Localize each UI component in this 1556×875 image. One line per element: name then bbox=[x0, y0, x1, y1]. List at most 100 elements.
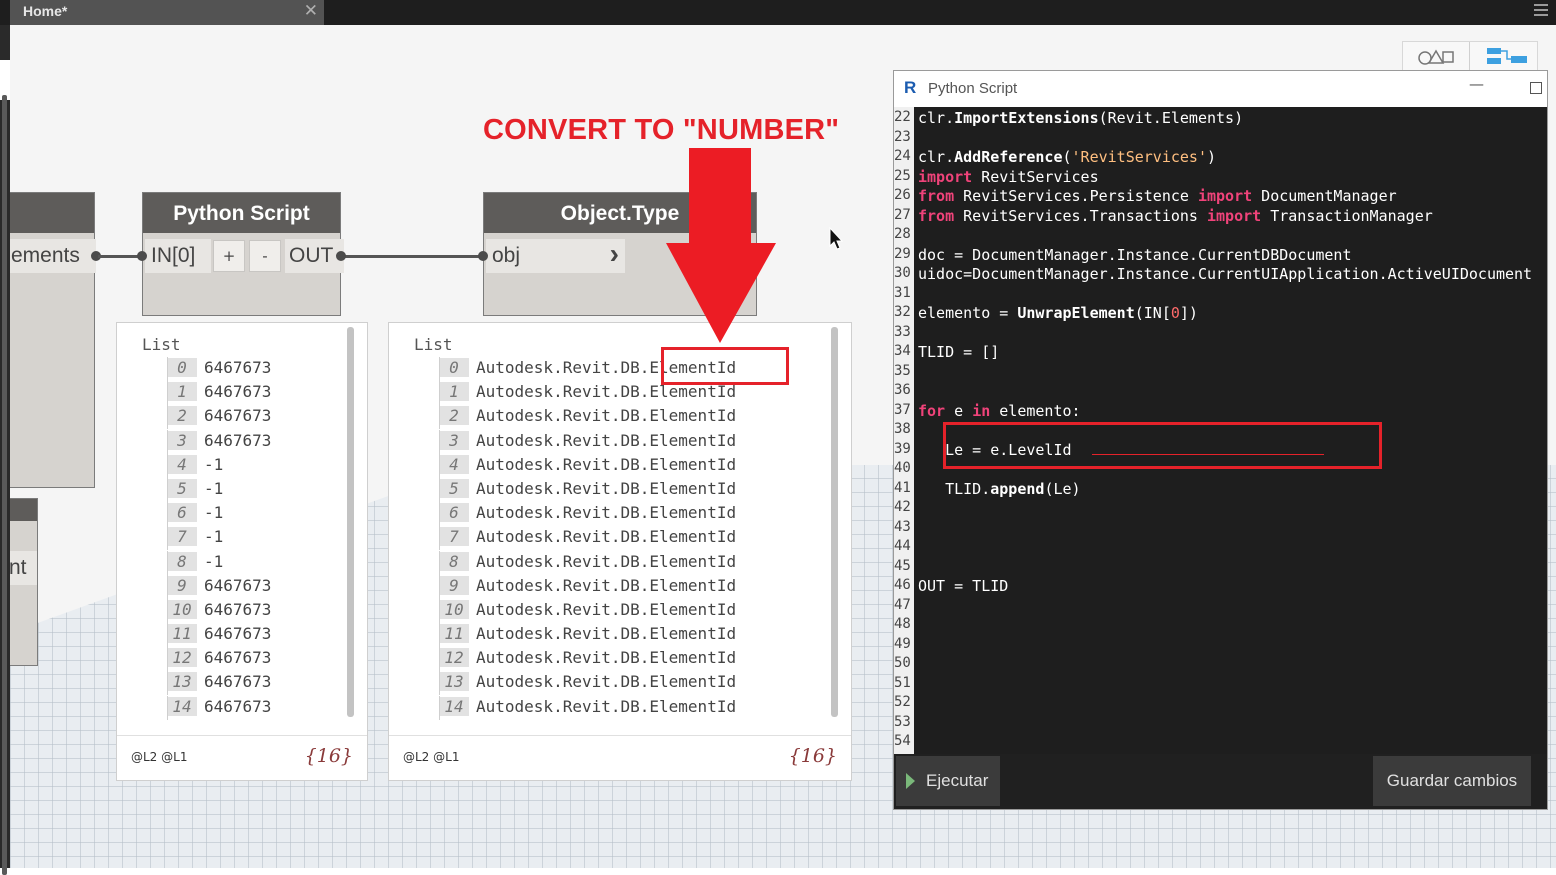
geometry-view-icon[interactable] bbox=[1415, 46, 1455, 66]
code-line[interactable]: 32 elemento = UnwrapElement(IN[0]) bbox=[894, 304, 1547, 324]
connector-dot[interactable] bbox=[478, 251, 488, 261]
code-line[interactable]: 44 bbox=[894, 538, 1547, 558]
code-token: (Revit.Elements) bbox=[1098, 109, 1244, 127]
input-port-in0[interactable]: IN[0] bbox=[145, 239, 211, 273]
code-token: RevitServices.Transactions bbox=[954, 206, 1207, 225]
line-number: 53 bbox=[894, 713, 911, 730]
indent-guide bbox=[167, 574, 168, 599]
hamburger-menu-icon[interactable] bbox=[1534, 4, 1548, 18]
list-item: 10 6467673 bbox=[142, 598, 271, 623]
code-line[interactable]: 41 TLID.append(Le) bbox=[894, 480, 1547, 500]
run-button[interactable]: Ejecutar bbox=[896, 756, 1000, 806]
close-icon[interactable]: ✕ bbox=[304, 1, 318, 21]
code-line[interactable]: 24 clr.AddReference('RevitServices') bbox=[894, 148, 1547, 168]
connector-dot[interactable] bbox=[336, 251, 346, 261]
annotation-text: CONVERT TO "NUMBER" bbox=[483, 114, 840, 146]
code-token: uidoc=DocumentManager.Instance.CurrentUI… bbox=[918, 265, 1533, 283]
code-line[interactable]: 35 bbox=[894, 363, 1547, 383]
maximize-icon[interactable] bbox=[1530, 82, 1542, 94]
list-value: Autodesk.Revit.DB.ElementId bbox=[476, 648, 737, 668]
code-line[interactable]: 27 from RevitServices.Transactions import… bbox=[894, 207, 1547, 227]
output-port-element[interactable]: nt bbox=[10, 551, 37, 585]
graph-view-icon[interactable] bbox=[1485, 46, 1531, 66]
preview-scrollbar[interactable] bbox=[347, 327, 354, 717]
node-elements-partial[interactable]: ements bbox=[10, 192, 96, 488]
list-item: 4 -1 bbox=[142, 453, 271, 478]
minimize-icon[interactable]: — bbox=[1469, 75, 1484, 93]
code-token: clr. bbox=[918, 148, 955, 166]
code-line[interactable]: 47 bbox=[894, 597, 1547, 617]
remove-input-button[interactable]: - bbox=[249, 240, 281, 272]
node-python-script[interactable]: Python Script IN[0] + - OUT bbox=[142, 192, 344, 316]
code-line[interactable]: 54 bbox=[894, 733, 1547, 753]
code-line[interactable]: 28 bbox=[894, 226, 1547, 246]
list-value: Autodesk.Revit.DB.ElementId bbox=[476, 624, 737, 644]
indent-guide bbox=[167, 598, 168, 623]
input-port-obj[interactable]: obj › bbox=[486, 238, 625, 273]
preview-scrollbar[interactable] bbox=[831, 327, 838, 717]
code-token: ImportExtensions bbox=[954, 109, 1099, 127]
code-line[interactable]: 42 bbox=[894, 499, 1547, 519]
tab-home[interactable]: Home* ✕ bbox=[10, 0, 324, 25]
code-token: for bbox=[918, 401, 946, 420]
list-item: 2 6467673 bbox=[142, 405, 271, 430]
add-input-button[interactable]: + bbox=[213, 240, 245, 272]
code-line[interactable]: 30 uidoc=DocumentManager.Instance.Current… bbox=[894, 265, 1547, 285]
indent-guide bbox=[439, 357, 440, 381]
node-title: Python Script bbox=[143, 193, 340, 233]
editor-title: Python Script bbox=[928, 80, 1018, 97]
list-value: Autodesk.Revit.DB.ElementId bbox=[476, 478, 737, 498]
list-value: -1 bbox=[204, 503, 224, 523]
code-line[interactable]: 33 bbox=[894, 324, 1547, 344]
output-port-elements[interactable]: ements bbox=[10, 239, 96, 273]
indent-guide bbox=[167, 381, 168, 406]
code-line[interactable]: 26 from RevitServices.Persistence import … bbox=[894, 187, 1547, 207]
list-item: 11 6467673 bbox=[142, 623, 271, 648]
code-line[interactable]: 29 doc = DocumentManager.Instance.Current… bbox=[894, 246, 1547, 266]
code-line[interactable]: 49 bbox=[894, 636, 1547, 656]
code-line[interactable]: 43 bbox=[894, 519, 1547, 539]
save-changes-button[interactable]: Guardar cambios bbox=[1373, 756, 1531, 806]
code-line[interactable]: 36 bbox=[894, 382, 1547, 402]
preview-footer: @L2 @L1 {16} bbox=[389, 735, 851, 780]
code-line[interactable]: 51 bbox=[894, 675, 1547, 695]
left-sidebar bbox=[0, 25, 10, 875]
code-line[interactable]: 22 clr.ImportExtensions(Revit.Elements) bbox=[894, 109, 1547, 129]
list-item: 13 Autodesk.Revit.DB.ElementId bbox=[414, 671, 736, 696]
code-text: TLID = [] bbox=[918, 343, 999, 361]
code-line[interactable]: 45 bbox=[894, 558, 1547, 578]
sidebar-scrollbar[interactable] bbox=[2, 95, 7, 875]
editor-title-bar[interactable]: R Python Script — bbox=[894, 71, 1547, 107]
list-value: Autodesk.Revit.DB.ElementId bbox=[476, 527, 737, 547]
wire-python-to-objtype[interactable] bbox=[344, 255, 486, 258]
connector-dot[interactable] bbox=[137, 251, 147, 261]
list-index: 13 bbox=[439, 672, 469, 692]
arrow-down-icon bbox=[666, 148, 776, 343]
line-number: 27 bbox=[894, 206, 911, 223]
list-value: -1 bbox=[204, 478, 224, 498]
node-element-partial[interactable]: nt bbox=[10, 498, 38, 666]
code-line[interactable]: 50 bbox=[894, 655, 1547, 675]
indent-guide bbox=[439, 695, 440, 720]
code-line[interactable]: 25 import RevitServices bbox=[894, 168, 1547, 188]
list-item: 9 Autodesk.Revit.DB.ElementId bbox=[414, 574, 736, 599]
code-line[interactable]: 34 TLID = [] bbox=[894, 343, 1547, 363]
indent-guide bbox=[167, 429, 168, 454]
code-editor[interactable]: 22 clr.ImportExtensions(Revit.Elements) 23… bbox=[894, 107, 1547, 754]
list-value: 6467673 bbox=[204, 358, 272, 377]
line-number: 39 bbox=[894, 440, 911, 457]
list-levels[interactable]: @L2 @L1 bbox=[131, 750, 187, 764]
code-line[interactable]: 31 bbox=[894, 285, 1547, 305]
list-levels[interactable]: @L2 @L1 bbox=[403, 750, 459, 764]
code-text: clr.ImportExtensions(Revit.Elements) bbox=[918, 109, 1243, 127]
code-line[interactable]: 37 for e in elemento: bbox=[894, 402, 1547, 422]
indent-guide bbox=[167, 671, 168, 696]
code-line[interactable]: 53 bbox=[894, 714, 1547, 734]
code-line[interactable]: 52 bbox=[894, 694, 1547, 714]
code-line[interactable]: 46 OUT = TLID bbox=[894, 577, 1547, 597]
code-token: e bbox=[945, 401, 973, 420]
code-line[interactable]: 23 bbox=[894, 129, 1547, 149]
line-number: 34 bbox=[894, 343, 911, 359]
code-token: (Le) bbox=[1044, 479, 1081, 498]
code-line[interactable]: 48 bbox=[894, 616, 1547, 636]
